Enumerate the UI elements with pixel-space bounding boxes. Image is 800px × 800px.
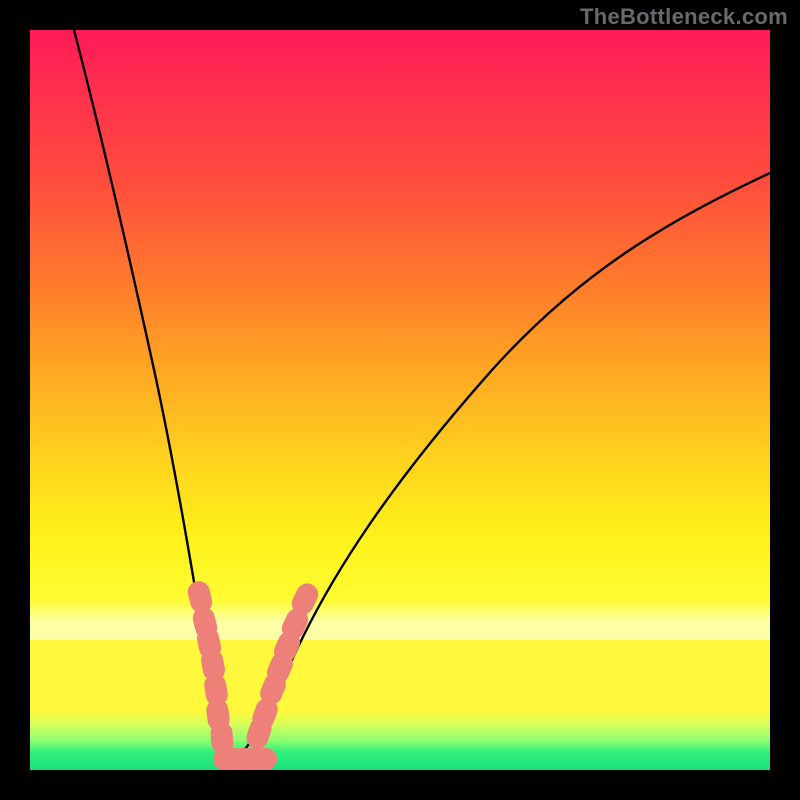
right-limb-path [230, 173, 770, 763]
chart-frame: TheBottleneck.com [0, 0, 800, 800]
curve-layer [30, 30, 770, 770]
marker [245, 748, 277, 770]
marker-group [185, 579, 321, 770]
plot-area [30, 30, 770, 770]
watermark-text: TheBottleneck.com [580, 4, 788, 30]
